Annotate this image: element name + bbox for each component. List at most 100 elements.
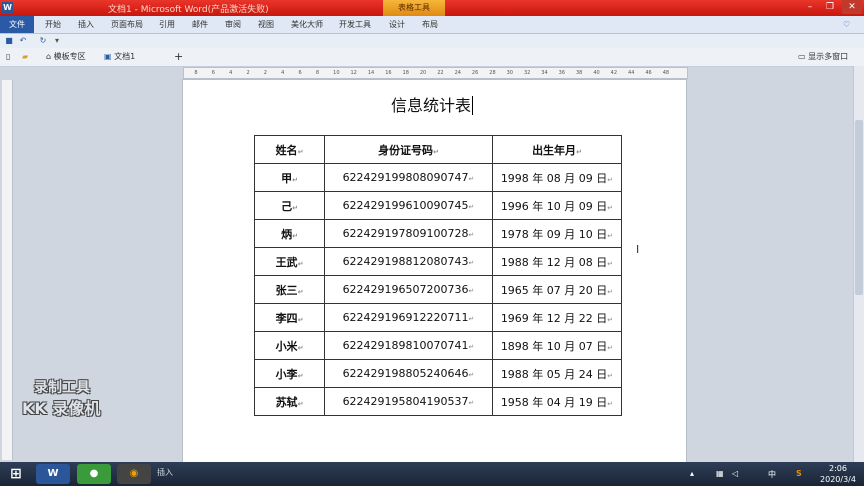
table-cell[interactable]: 1978 年 09 月 10 日↵ [492,219,622,248]
minimize-icon[interactable]: – [800,0,820,14]
table-cell[interactable]: 1988 年 05 月 24 日↵ [492,359,622,388]
table-row[interactable]: 小李↵ 622429198805240646↵ 1988 年 05 月 24 日↵ [254,359,622,388]
table-row[interactable]: 小米↵ 622429189810070741↵ 1898 年 10 月 07 日↵ [254,331,622,360]
save-icon[interactable]: ■ [4,36,14,46]
table-cell[interactable]: 622429198812080743↵ [324,247,493,276]
tab-document[interactable]: ▣ 文档1 [104,51,135,63]
table-header-cell[interactable]: 身份证号码↵ [324,135,493,164]
tray-sogou-icon[interactable]: S [796,469,802,478]
help-icon[interactable]: ♡ [843,18,850,31]
table-row[interactable]: 王武↵ 622429198812080743↵ 1988 年 12 月 08 日↵ [254,247,622,276]
taskbar-recorder-icon[interactable]: ◉ [117,464,151,484]
table-header-row[interactable]: 姓名↵ 身份证号码↵ 出生年月↵ [254,135,622,164]
table-cell[interactable]: 王武↵ [254,247,325,276]
table-cell[interactable]: 622429197809100728↵ [324,219,493,248]
table-cell[interactable]: 小米↵ [254,331,325,360]
word-app-icon[interactable]: W [2,2,13,13]
table-cell[interactable]: 己↵ [254,191,325,220]
multi-window-button[interactable]: ▭ 显示多窗口 [798,51,848,63]
horizontal-ruler[interactable]: 8 6 4 2 2 4 6 8 10 12 14 16 18 20 22 24 26 28 30 32 34 36 38 40… [183,67,688,79]
table-cell[interactable]: 张三↵ [254,275,325,304]
table-row[interactable]: 苏轼↵ 622429195804190537↵ 1958 年 04 月 19 日↵ [254,387,622,416]
table-cell[interactable]: 1958 年 04 月 19 日↵ [492,387,622,416]
paragraph-mark: ↵ [292,231,298,240]
tab-template-zone[interactable]: ⌂ 模板专区 [46,51,86,63]
taskbar-word-icon[interactable]: W [36,464,70,484]
table-cell[interactable]: 1898 年 10 月 07 日↵ [492,331,622,360]
tab-insert[interactable]: 插入 [78,18,94,31]
table-cell[interactable]: 甲↵ [254,163,325,192]
table-header-cell[interactable]: 出生年月↵ [492,135,622,164]
table-cell[interactable]: 622429196507200736↵ [324,275,493,304]
paragraph-mark: ↵ [292,175,298,184]
table-row[interactable]: 张三↵ 622429196507200736↵ 1965 年 07 月 20 日↵ [254,275,622,304]
table-cell[interactable]: 1965 年 07 月 20 日↵ [492,275,622,304]
folder-icon[interactable]: ▰ [22,51,28,63]
table-cell[interactable]: 1996 年 10 月 09 日↵ [492,191,622,220]
table-row[interactable]: 炳↵ 622429197809100728↵ 1978 年 09 月 10 日↵ [254,219,622,248]
ruler-number: 36 [558,70,566,76]
paragraph-mark: ↵ [468,343,475,351]
tab-page-layout[interactable]: 页面布局 [111,18,143,31]
watermark-line1: 录制工具 [34,380,90,396]
ruler-number: 38 [575,70,583,76]
start-button[interactable]: ⊞ [2,464,30,484]
table-cell[interactable]: 苏轼↵ [254,387,325,416]
ruler-number: 20 [419,70,427,76]
table-cell[interactable]: 1988 年 12 月 08 日↵ [492,247,622,276]
close-icon[interactable]: ✕ [842,0,862,14]
tab-review[interactable]: 审阅 [225,18,241,31]
redo-icon[interactable]: ↻ [38,36,48,46]
paragraph-mark: ↵ [607,259,614,268]
taskbar-wechat-icon[interactable]: ● [77,464,111,484]
table-row[interactable]: 己↵ 622429199610090745↵ 1996 年 10 月 09 日↵ [254,191,622,220]
table-cell[interactable]: 李四↵ [254,303,325,332]
table-cell[interactable]: 622429199610090745↵ [324,191,493,220]
vertical-ruler[interactable] [2,80,13,460]
table-cell[interactable]: 622429189810070741↵ [324,331,493,360]
paragraph-mark: ↵ [297,147,304,156]
restore-icon[interactable]: ❐ [820,0,840,14]
system-clock[interactable]: 2:06 2020/3/4 [814,463,862,485]
table-cell[interactable]: 622429196912220711↵ [324,303,493,332]
tab-design[interactable]: 设计 [389,18,405,31]
table-cell[interactable]: 1969 年 12 月 22 日↵ [492,303,622,332]
new-doc-icon[interactable]: ▯ [6,51,10,63]
tab-beautify[interactable]: 美化大师 [291,18,323,31]
tab-home[interactable]: 开始 [45,18,61,31]
tray-arrow-icon[interactable]: ▴ [690,469,694,478]
ruler-number: 8 [194,70,198,76]
tab-view[interactable]: 视图 [258,18,274,31]
tab-mailings[interactable]: 邮件 [192,18,208,31]
table-cell[interactable]: 1998 年 08 月 09 日↵ [492,163,622,192]
table-tools-context-tab: 表格工具 [383,0,445,16]
watermark-line2: KK 录像机 [22,399,101,418]
scrollbar-thumb[interactable] [855,120,863,295]
qat-dropdown-icon[interactable]: ▾ [52,36,62,46]
table-cell[interactable]: 小李↵ [254,359,325,388]
tab-references[interactable]: 引用 [159,18,175,31]
ruler-number: 6 [298,70,302,76]
undo-icon[interactable]: ↶ [18,36,28,46]
ruler-number: 18 [402,70,409,76]
tray-network-icon[interactable]: ▦ [716,469,724,478]
table-cell[interactable]: 622429198805240646↵ [324,359,493,388]
table-cell[interactable]: 622429199808090747↵ [324,163,493,192]
document-tabs-bar: ▯ ▰ ⌂ 模板专区 ▣ 文档1 + ▭ 显示多窗口 [0,48,864,67]
document-page[interactable]: 信息统计表 姓名↵ 身份证号码↵ 出生年月↵ 甲↵ 622429199808090747… [183,80,686,462]
paragraph-mark: ↵ [468,315,475,323]
document-title[interactable]: 信息统计表 [183,92,686,116]
ruler-number: 2 [263,70,267,76]
tray-ime-icon[interactable]: 中 [768,469,776,480]
table-cell[interactable]: 炳↵ [254,219,325,248]
tab-file[interactable]: 文件 [0,16,34,33]
table-row[interactable]: 李四↵ 622429196912220711↵ 1969 年 12 月 22 日↵ [254,303,622,332]
table-cell[interactable]: 622429195804190537↵ [324,387,493,416]
table-header-cell[interactable]: 姓名↵ [254,135,325,164]
tab-layout[interactable]: 布局 [422,18,438,31]
tab-developer[interactable]: 开发工具 [339,18,371,31]
info-table[interactable]: 姓名↵ 身份证号码↵ 出生年月↵ 甲↵ 622429199808090747↵ 1998 … [254,135,622,416]
tray-volume-icon[interactable]: ◁ [732,469,738,478]
table-row[interactable]: 甲↵ 622429199808090747↵ 1998 年 08 月 09 日↵ [254,163,622,192]
add-tab-button[interactable]: + [174,51,183,63]
